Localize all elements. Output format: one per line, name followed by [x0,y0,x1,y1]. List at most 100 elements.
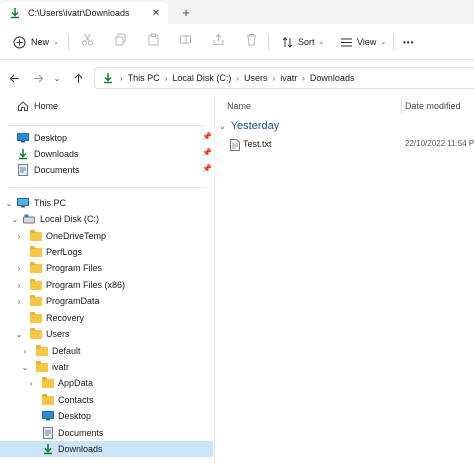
chevron-down-icon[interactable]: ⌄ [14,330,24,339]
file-list-pane: Name Date modified ⌄ Yesterday Test.txt … [215,96,474,463]
text-file-icon [228,138,242,152]
new-button[interactable]: New ⌄ [12,32,59,52]
recent-locations-chevron-icon[interactable]: ⌄ [49,70,65,86]
download-arrow-icon [41,442,55,456]
nav-item-programdata[interactable]: › ProgramData [14,293,100,309]
nav-item-program-files-x86[interactable]: › Program Files (x86) [14,277,125,293]
chevron-down-icon[interactable]: ⌄ [219,122,226,131]
column-divider[interactable] [401,98,402,114]
nav-item-home[interactable]: Home [16,98,58,114]
chevron-right-icon[interactable]: › [14,232,24,241]
breadcrumb-this-pc[interactable]: This PC [128,73,160,83]
cut-icon[interactable] [80,32,94,46]
sort-icon [280,35,294,49]
folder-icon [30,245,42,257]
chevron-down-icon[interactable]: ⌄ [10,215,20,224]
chevron-right-icon[interactable]: › [236,74,239,83]
view-button[interactable]: View ⌄ [339,32,386,52]
nav-item-appdata[interactable]: › AppData [26,375,93,391]
documents-icon [16,163,30,177]
nav-item-documents[interactable]: Documents [26,425,104,441]
sort-button-label: Sort [298,37,315,47]
nav-item-users[interactable]: ⌄ Users [14,326,70,342]
nav-item-this-pc[interactable]: ⌄ This PC [4,195,66,211]
nav-item-perflogs[interactable]: PerfLogs [14,244,82,260]
nav-item-documents-pinned[interactable]: Documents [16,162,80,178]
close-tab-icon[interactable]: ✕ [149,6,163,20]
folder-icon [36,360,48,372]
column-header-name[interactable]: Name [227,96,251,116]
new-button-label: New [31,37,50,47]
nav-item-desktop[interactable]: Desktop [26,408,91,424]
folder-icon [30,327,42,339]
nav-item-contacts[interactable]: Contacts [26,392,94,408]
nav-item-desktop-pinned[interactable]: Desktop [16,130,67,146]
nav-item-program-files[interactable]: › Program Files [14,260,102,276]
up-arrow-icon[interactable] [70,70,86,86]
nav-item-label: Downloads [34,149,79,159]
new-tab-button[interactable]: + [178,4,194,20]
nav-item-label: OneDriveTemp [46,231,107,241]
pin-icon[interactable]: 📌 [202,132,212,141]
back-arrow-icon[interactable] [6,70,22,86]
nav-item-label: Documents [58,428,104,438]
column-header-date-modified[interactable]: Date modified [405,96,461,116]
folder-icon [30,261,42,273]
chevron-right-icon[interactable]: › [26,379,36,388]
nav-item-ivatr[interactable]: ⌄ ivatr [20,359,69,375]
chevron-right-icon[interactable]: › [165,74,168,83]
more-options-icon[interactable]: ••• [403,32,414,52]
sort-button[interactable]: Sort ⌄ [280,32,324,52]
address-row: ⌄ › This PC › Local Disk (C:) › Users › … [0,60,474,96]
file-row[interactable]: Test.txt 22/10/2022 11:54 PM [215,136,474,154]
chevron-down-icon[interactable]: ⌄ [4,199,14,208]
breadcrumb-ivatr[interactable]: ivatr [280,73,297,83]
folder-icon [42,393,54,405]
chevron-down-icon[interactable]: ⌄ [20,363,30,372]
folder-icon [42,376,54,388]
nav-item-default[interactable]: › Default [20,343,81,359]
nav-item-onedrivetemp[interactable]: › OneDriveTemp [14,228,106,244]
nav-item-label: ivatr [52,362,70,372]
breadcrumb-downloads[interactable]: Downloads [310,73,355,83]
chevron-right-icon[interactable]: › [14,281,24,290]
share-icon[interactable] [211,32,225,46]
address-bar[interactable]: › This PC › Local Disk (C:) › Users › iv… [94,67,474,89]
toolbar-divider [68,34,69,50]
folder-icon [30,311,42,323]
nav-item-label: Desktop [34,133,68,143]
breadcrumb-users[interactable]: Users [244,73,268,83]
rename-icon[interactable] [178,32,192,46]
tab-downloads[interactable]: C:\Users\ivatr\Downloads ✕ [0,2,168,24]
nav-item-label: PerfLogs [46,247,83,257]
pin-icon[interactable]: 📌 [202,148,212,157]
chevron-right-icon[interactable]: › [302,74,305,83]
folder-icon [30,294,42,306]
breadcrumb-local-disk[interactable]: Local Disk (C:) [172,73,231,83]
forward-arrow-icon[interactable] [30,70,46,86]
pin-icon[interactable]: 📌 [202,164,212,173]
chevron-right-icon[interactable]: › [20,347,30,356]
copy-icon[interactable] [113,32,127,46]
chevron-right-icon[interactable]: › [14,264,24,273]
paste-icon[interactable] [146,32,160,46]
file-date-modified: 22/10/2022 11:54 PM [405,139,474,148]
chevron-right-icon[interactable]: › [273,74,276,83]
view-button-label: View [357,37,377,47]
nav-item-label: Contacts [58,395,94,405]
nav-item-recovery[interactable]: Recovery [14,310,84,326]
nav-item-label: Documents [34,165,80,175]
chevron-right-icon[interactable]: › [14,297,24,306]
delete-icon[interactable] [244,32,258,46]
nav-item-label: Program Files (x86) [46,280,126,290]
nav-item-label: Downloads [58,444,103,454]
nav-item-downloads-pinned[interactable]: Downloads [16,146,79,162]
nav-item-local-disk[interactable]: ⌄ Local Disk (C:) [10,211,99,227]
chevron-down-icon: ⌄ [53,39,59,46]
nav-item-downloads[interactable]: Downloads [0,441,213,457]
nav-item-label: Users [46,329,70,339]
nav-item-label: Desktop [58,411,92,421]
chevron-down-icon: ⌄ [318,39,325,46]
folder-icon [30,278,42,290]
group-header[interactable]: ⌄ Yesterday [219,120,279,132]
